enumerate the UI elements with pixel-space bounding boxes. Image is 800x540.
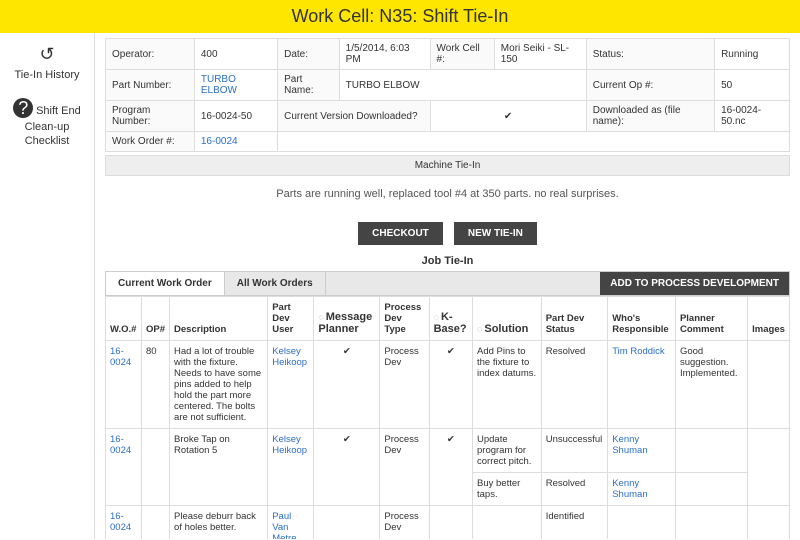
cell-images xyxy=(748,429,790,506)
cell-op xyxy=(142,429,170,506)
empty-cell xyxy=(278,132,790,152)
value-cvd: ✔ xyxy=(430,101,586,132)
link-partnum[interactable]: TURBO ELBOW xyxy=(194,70,277,101)
table-row: 16-0024 Please deburr back of holes bette… xyxy=(106,506,790,540)
label-date: Date: xyxy=(278,39,340,70)
cell-solution xyxy=(473,506,542,540)
cell-procdev: Process Dev xyxy=(380,506,429,540)
tab-current-work-order[interactable]: Current Work Order xyxy=(106,272,225,295)
cell-wo[interactable]: 16-0024 xyxy=(106,506,142,540)
cell-pdstatus: Resolved xyxy=(541,341,608,429)
col-wo: W.O.# xyxy=(106,297,142,341)
cell-desc: Broke Tap on Rotation 5 xyxy=(170,429,268,506)
cell-procdev: Process Dev xyxy=(380,429,429,506)
cell-op xyxy=(142,506,170,540)
col-planner: Planner Comment xyxy=(675,297,747,341)
cell-solution: Buy better taps. xyxy=(473,473,542,506)
main-content: Operator: 400 Date: 1/5/2014, 6:03 PM Wo… xyxy=(95,33,800,539)
col-pdstatus: Part Dev Status xyxy=(541,297,608,341)
sidebar-item-label: Shift End Clean-up Checklist xyxy=(25,105,81,147)
cell-images xyxy=(748,341,790,429)
label-dlas: Downloaded as (file name): xyxy=(586,101,714,132)
cell-who[interactable]: Kenny Shuman xyxy=(608,429,676,473)
col-who: Who's Responsible xyxy=(608,297,676,341)
cell-solution: Update program for correct pitch. xyxy=(473,429,542,473)
cell-kbase: ✔ xyxy=(429,429,472,506)
sidebar-item-shift-end-checklist[interactable]: ? Shift End Clean-up Checklist xyxy=(5,98,89,149)
cell-who[interactable] xyxy=(608,506,676,540)
cell-planner xyxy=(675,429,747,473)
label-partnum: Part Number: xyxy=(106,70,195,101)
table-row: 16-002480Had a lot of trouble with the f… xyxy=(106,341,790,429)
value-dlas: 16-0024-50.nc xyxy=(715,101,790,132)
cell-wo[interactable]: 16-0024 xyxy=(106,341,142,429)
value-operator: 400 xyxy=(194,39,277,70)
cell-who[interactable]: Kenny Shuman xyxy=(608,473,676,506)
cell-pdstatus: Resolved xyxy=(541,473,608,506)
work-order-table: W.O.# OP# Description Part Dev User ◌Mes… xyxy=(105,296,790,539)
checkout-button[interactable]: CHECKOUT xyxy=(358,222,443,245)
cell-msg: ✔ xyxy=(314,429,380,506)
tiein-notes: Parts are running well, replaced tool #4… xyxy=(105,176,790,212)
label-cvd: Current Version Downloaded? xyxy=(278,101,430,132)
cell-planner xyxy=(675,506,747,540)
value-workcell: Mori Seiki - SL-150 xyxy=(494,39,586,70)
cell-kbase: ✔ xyxy=(429,341,472,429)
cell-msg: ✔ xyxy=(314,341,380,429)
cell-pdstatus: Identified xyxy=(541,506,608,540)
add-process-development-button[interactable]: ADD TO PROCESS DEVELOPMENT xyxy=(600,272,789,295)
tab-bar: Current Work Order All Work Orders ADD T… xyxy=(105,271,790,296)
link-workorder[interactable]: 16-0024 xyxy=(194,132,277,152)
cell-who[interactable]: Tim Roddick xyxy=(608,341,676,429)
col-partdev: Part Dev User xyxy=(268,297,314,341)
label-partname: Part Name: xyxy=(278,70,340,101)
history-icon: ↺ xyxy=(5,43,89,66)
cell-partdev-user[interactable]: Paul Van Metre xyxy=(268,506,314,540)
value-status: Running xyxy=(715,39,790,70)
label-workorder: Work Order #: xyxy=(106,132,195,152)
sidebar-item-tiein-history[interactable]: ↺ Tie-In History xyxy=(5,43,89,83)
cell-planner: Good suggestion. Implemented. xyxy=(675,341,747,429)
job-tiein-title: Job Tie-In xyxy=(105,255,790,267)
tab-all-work-orders[interactable]: All Work Orders xyxy=(225,272,326,295)
col-solution: ◌Solution xyxy=(473,297,542,341)
value-prognum: 16-0024-50 xyxy=(194,101,277,132)
cell-solution: Add Pins to the fixture to index datums. xyxy=(473,341,542,429)
cell-desc: Had a lot of trouble with the fixture. N… xyxy=(170,341,268,429)
cell-desc: Please deburr back of holes better. xyxy=(170,506,268,540)
value-date: 1/5/2014, 6:03 PM xyxy=(339,39,430,70)
help-icon: ? xyxy=(13,98,33,118)
label-currentop: Current Op #: xyxy=(586,70,714,101)
col-kbase: ◌K-Base? xyxy=(429,297,472,341)
info-table: Operator: 400 Date: 1/5/2014, 6:03 PM Wo… xyxy=(105,38,790,152)
value-partname: TURBO ELBOW xyxy=(339,70,586,101)
col-msg: ◌Message Planner xyxy=(314,297,380,341)
label-status: Status: xyxy=(586,39,714,70)
col-images: Images xyxy=(748,297,790,341)
cell-pdstatus: Unsuccessful xyxy=(541,429,608,473)
cell-partdev-user[interactable]: Kelsey Heikoop xyxy=(268,341,314,429)
machine-tiein-banner: Machine Tie-In xyxy=(105,155,790,176)
label-workcell: Work Cell #: xyxy=(430,39,494,70)
cell-images xyxy=(748,506,790,540)
col-op: OP# xyxy=(142,297,170,341)
cell-wo[interactable]: 16-0024 xyxy=(106,429,142,506)
table-row: 16-0024Broke Tap on Rotation 5Kelsey Hei… xyxy=(106,429,790,473)
cell-planner xyxy=(675,473,747,506)
sidebar-item-label: Tie-In History xyxy=(15,69,80,81)
cell-msg xyxy=(314,506,380,540)
cell-partdev-user[interactable]: Kelsey Heikoop xyxy=(268,429,314,506)
label-prognum: Program Number: xyxy=(106,101,195,132)
page-title: Work Cell: N35: Shift Tie-In xyxy=(0,0,800,33)
cell-procdev: Process Dev xyxy=(380,341,429,429)
label-operator: Operator: xyxy=(106,39,195,70)
new-tiein-button[interactable]: NEW TIE-IN xyxy=(454,222,537,245)
sidebar: ↺ Tie-In History ? Shift End Clean-up Ch… xyxy=(0,33,95,539)
col-desc: Description xyxy=(170,297,268,341)
value-currentop: 50 xyxy=(715,70,790,101)
col-procdev: Process Dev Type xyxy=(380,297,429,341)
cell-kbase xyxy=(429,506,472,540)
cell-op: 80 xyxy=(142,341,170,429)
